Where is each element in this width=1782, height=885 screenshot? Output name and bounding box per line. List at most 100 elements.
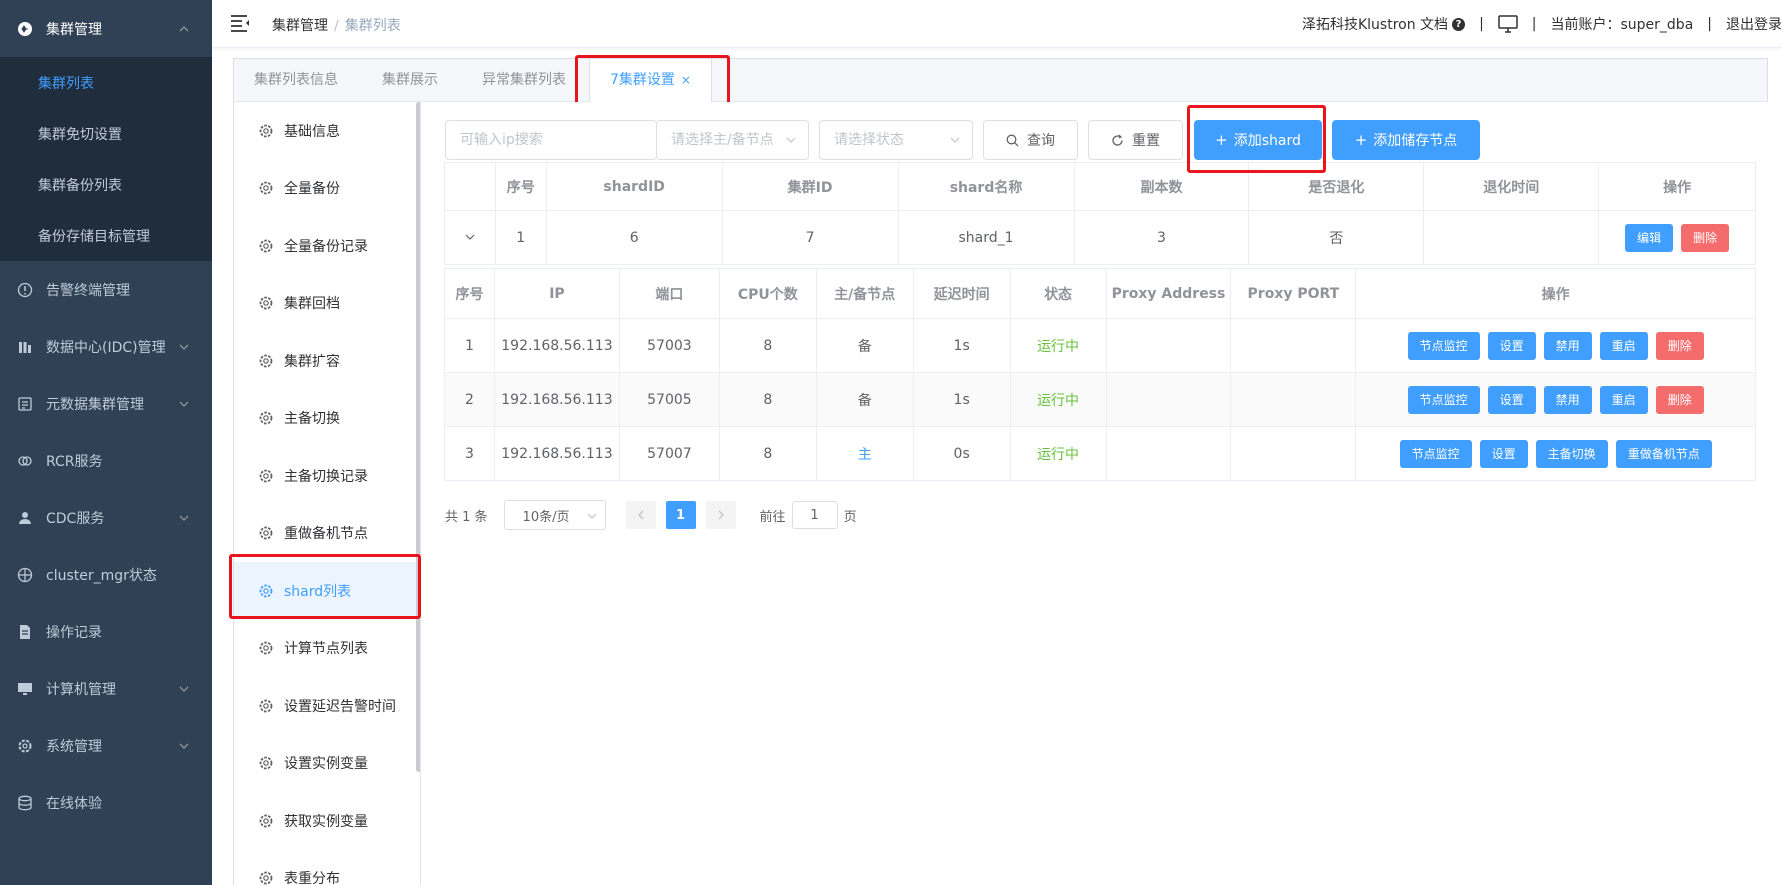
settings-item-switchover[interactable]: 主备切换	[234, 390, 420, 448]
cell-port: 57003	[618, 318, 720, 373]
column-header: 集群ID	[721, 162, 899, 211]
delete-button[interactable]: 删除	[1681, 223, 1730, 252]
settings-item-delay-alert[interactable]: 设置延迟告警时间	[234, 677, 420, 735]
menu-label: 系统管理	[46, 738, 102, 755]
menu-operation-log[interactable]: 操作记录	[0, 603, 212, 660]
add-storage-node-button[interactable]: + 添加储存节点	[1332, 120, 1480, 160]
node-table-header: 序号 IP 端口 CPU个数 主/备节点 延迟时间 状态 Proxy Addre…	[444, 268, 1756, 319]
settings-item-get-variables[interactable]: 获取实例变量	[234, 792, 420, 850]
settings-item-shard-list[interactable]: shard列表	[234, 562, 420, 620]
monitor-icon[interactable]	[1498, 15, 1518, 33]
restart-button[interactable]: 重启	[1599, 385, 1648, 414]
switchover-button[interactable]: 主备切换	[1535, 439, 1608, 468]
ip-search-placeholder: 可输入ip搜索	[460, 132, 543, 148]
reset-button[interactable]: 重置	[1088, 120, 1183, 160]
settings-item-rebuild-standby[interactable]: 重做备机节点	[234, 505, 420, 563]
settings-item-full-backup[interactable]: 全量备份	[234, 160, 420, 218]
settings-item-table-redistribution[interactable]: 表重分布	[234, 850, 420, 885]
submenu-item-failover-settings[interactable]: 集群免切设置	[0, 108, 212, 159]
breadcrumb: 集群管理 / 集群列表	[272, 15, 401, 35]
restart-button[interactable]: 重启	[1599, 331, 1648, 360]
menu-rcr-service[interactable]: RCR服务	[0, 432, 212, 489]
status-select[interactable]: 请选择状态	[819, 120, 973, 160]
cell-delay: 1s	[912, 372, 1011, 427]
ip-search-input[interactable]: 可输入ip搜索	[445, 120, 657, 160]
submenu-item-cluster-list[interactable]: 集群列表	[0, 57, 212, 108]
tab-cluster-settings[interactable]: 7集群设置 ×	[589, 59, 712, 103]
submenu-item-label: 集群列表	[38, 75, 94, 92]
menu-metadata-cluster[interactable]: 元数据集群管理	[0, 375, 212, 432]
cell-role: 主	[815, 426, 914, 481]
menu-online-trial[interactable]: 在线体验	[0, 774, 212, 831]
menu-cluster-management[interactable]: 集群管理	[0, 0, 212, 57]
expand-toggle[interactable]	[444, 210, 496, 265]
settings-item-backup-records[interactable]: 全量备份记录	[234, 217, 420, 275]
delete-button[interactable]: 删除	[1655, 385, 1704, 414]
delete-button[interactable]: 删除	[1655, 331, 1704, 360]
docs-link[interactable]: 泽拓科技Klustron 文档	[1302, 14, 1448, 34]
node-monitor-button[interactable]: 节点监控	[1407, 331, 1480, 360]
add-shard-button[interactable]: + 添加shard	[1194, 120, 1322, 160]
gear-icon	[259, 699, 273, 713]
rebuild-standby-button[interactable]: 重做备机节点	[1615, 439, 1712, 468]
total-count: 共 1 条	[445, 509, 488, 525]
prev-page-button[interactable]	[625, 501, 656, 529]
settings-button[interactable]: 设置	[1479, 439, 1528, 468]
column-header: 端口	[618, 268, 720, 319]
top-header: 集群管理 / 集群列表 泽拓科技Klustron 文档 ? | | 当前账户：sup…	[212, 0, 1782, 48]
node-monitor-button[interactable]: 节点监控	[1407, 385, 1480, 414]
goto-page-input[interactable]: 1	[791, 501, 838, 529]
disable-button[interactable]: 禁用	[1543, 385, 1592, 414]
page-number[interactable]: 1	[665, 501, 696, 529]
link-icon	[16, 452, 34, 470]
edit-button[interactable]: 编辑	[1625, 223, 1674, 252]
toolbar: 可输入ip搜索 请选择主/备节点 请选择状态 查询 重置 + 添加shard +…	[445, 120, 1480, 160]
menu-cluster-mgr-status[interactable]: cluster_mgr状态	[0, 546, 212, 603]
tab-cluster-list-info[interactable]: 集群列表信息	[234, 59, 358, 102]
settings-button[interactable]: 设置	[1487, 385, 1536, 414]
settings-item-cluster-rollback[interactable]: 集群回档	[234, 275, 420, 333]
menu-system-management[interactable]: 系统管理	[0, 717, 212, 774]
settings-item-basic-info[interactable]: 基础信息	[234, 102, 420, 160]
settings-item-compute-nodes[interactable]: 计算节点列表	[234, 620, 420, 678]
cell-status: 运行中	[1009, 372, 1107, 427]
settings-item-set-variables[interactable]: 设置实例变量	[234, 735, 420, 793]
submenu-item-backup-storage[interactable]: 备份存储目标管理	[0, 210, 212, 261]
plus-icon: +	[1215, 131, 1228, 149]
disable-button[interactable]: 禁用	[1543, 331, 1592, 360]
gear-icon	[259, 124, 273, 138]
close-icon[interactable]: ×	[681, 73, 691, 87]
help-icon[interactable]: ?	[1452, 17, 1466, 31]
tab-abnormal-clusters[interactable]: 异常集群列表	[462, 59, 586, 102]
cell-proxy-port	[1230, 426, 1357, 481]
submenu-item-backup-list[interactable]: 集群备份列表	[0, 159, 212, 210]
tab-label: 异常集群列表	[482, 72, 566, 88]
column-header: 副本数	[1073, 162, 1250, 211]
settings-item-switchover-records[interactable]: 主备切换记录	[234, 447, 420, 505]
node-monitor-button[interactable]: 节点监控	[1399, 439, 1472, 468]
next-page-button[interactable]	[705, 501, 736, 529]
menu-cdc-service[interactable]: CDC服务	[0, 489, 212, 546]
menu-computer-management[interactable]: 计算机管理	[0, 660, 212, 717]
divider: |	[1707, 16, 1712, 32]
query-button[interactable]: 查询	[983, 120, 1078, 160]
chevron-down-icon	[950, 137, 960, 143]
menu-datacenter[interactable]: 数据中心(IDC)管理	[0, 318, 212, 375]
cell-port: 57005	[618, 372, 720, 427]
tab-label: 集群列表信息	[254, 72, 338, 88]
settings-item-cluster-expand[interactable]: 集群扩容	[234, 332, 420, 390]
menu-alert-terminal[interactable]: 告警终端管理	[0, 261, 212, 318]
logout-link[interactable]: 退出登录	[1726, 14, 1782, 34]
page-size-select[interactable]: 10条/页	[503, 500, 606, 530]
node-type-select[interactable]: 请选择主/备节点	[656, 120, 809, 160]
gear-icon	[259, 354, 273, 368]
hamburger-icon[interactable]	[230, 14, 250, 32]
settings-button[interactable]: 设置	[1487, 331, 1536, 360]
tab-cluster-display[interactable]: 集群展示	[362, 59, 458, 102]
column-header: Proxy Address	[1105, 268, 1232, 319]
breadcrumb-main[interactable]: 集群管理	[272, 18, 328, 34]
sidebar: 集群管理 集群列表 集群免切设置 集群备份列表 备份存储目标管理 告警终端管理 …	[0, 0, 212, 885]
cell-delay: 0s	[912, 426, 1011, 481]
target-icon	[16, 566, 34, 584]
cell-ip: 192.168.56.113	[493, 372, 620, 427]
